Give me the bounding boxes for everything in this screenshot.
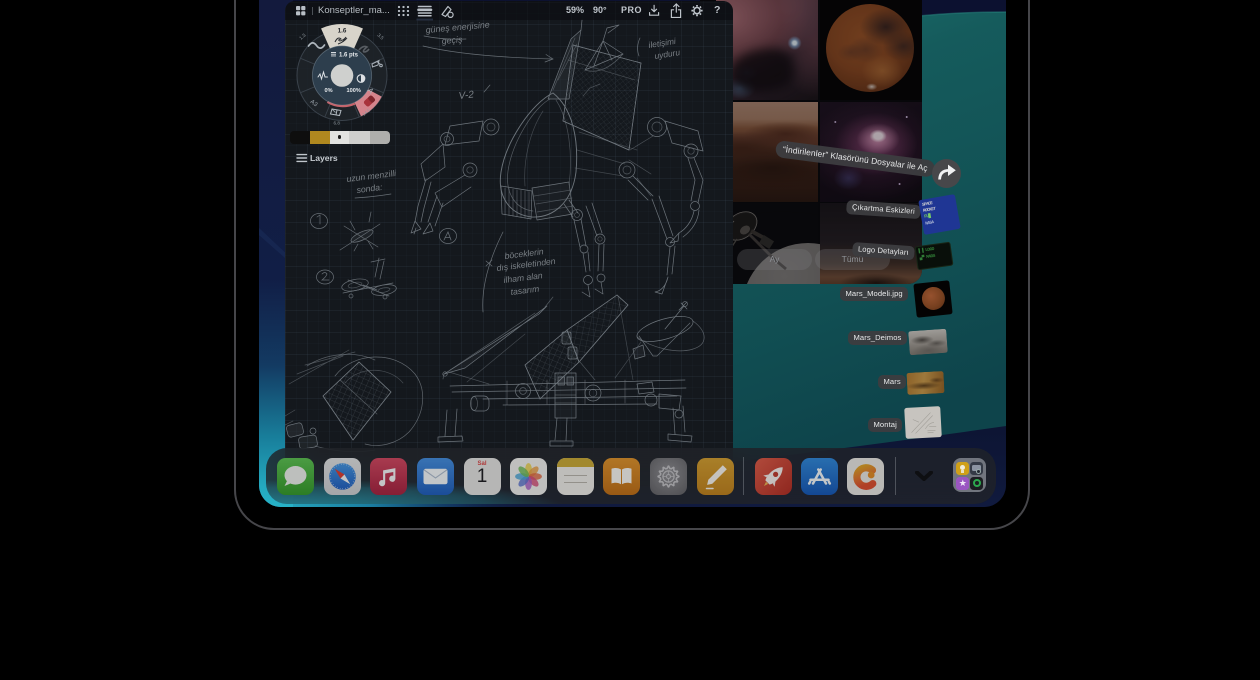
svg-text:uyduru: uyduru <box>654 47 681 61</box>
svg-text:tasarım: tasarım <box>510 284 540 297</box>
svg-text:100%: 100% <box>346 88 360 94</box>
svg-text:1.6 pts: 1.6 pts <box>339 53 359 59</box>
svg-text:1.6: 1.6 <box>337 27 346 34</box>
svg-text:geçiş: geçiş <box>441 34 463 46</box>
svg-text:6.8: 6.8 <box>333 121 340 126</box>
svg-text:1.3: 1.3 <box>298 32 307 41</box>
svg-text:3.5: 3.5 <box>375 33 384 42</box>
svg-text:0%: 0% <box>324 88 332 94</box>
svg-text:V-2: V-2 <box>458 89 475 102</box>
svg-text:sonda:: sonda: <box>356 182 383 195</box>
svg-text:uzun menzilli: uzun menzilli <box>346 168 398 184</box>
